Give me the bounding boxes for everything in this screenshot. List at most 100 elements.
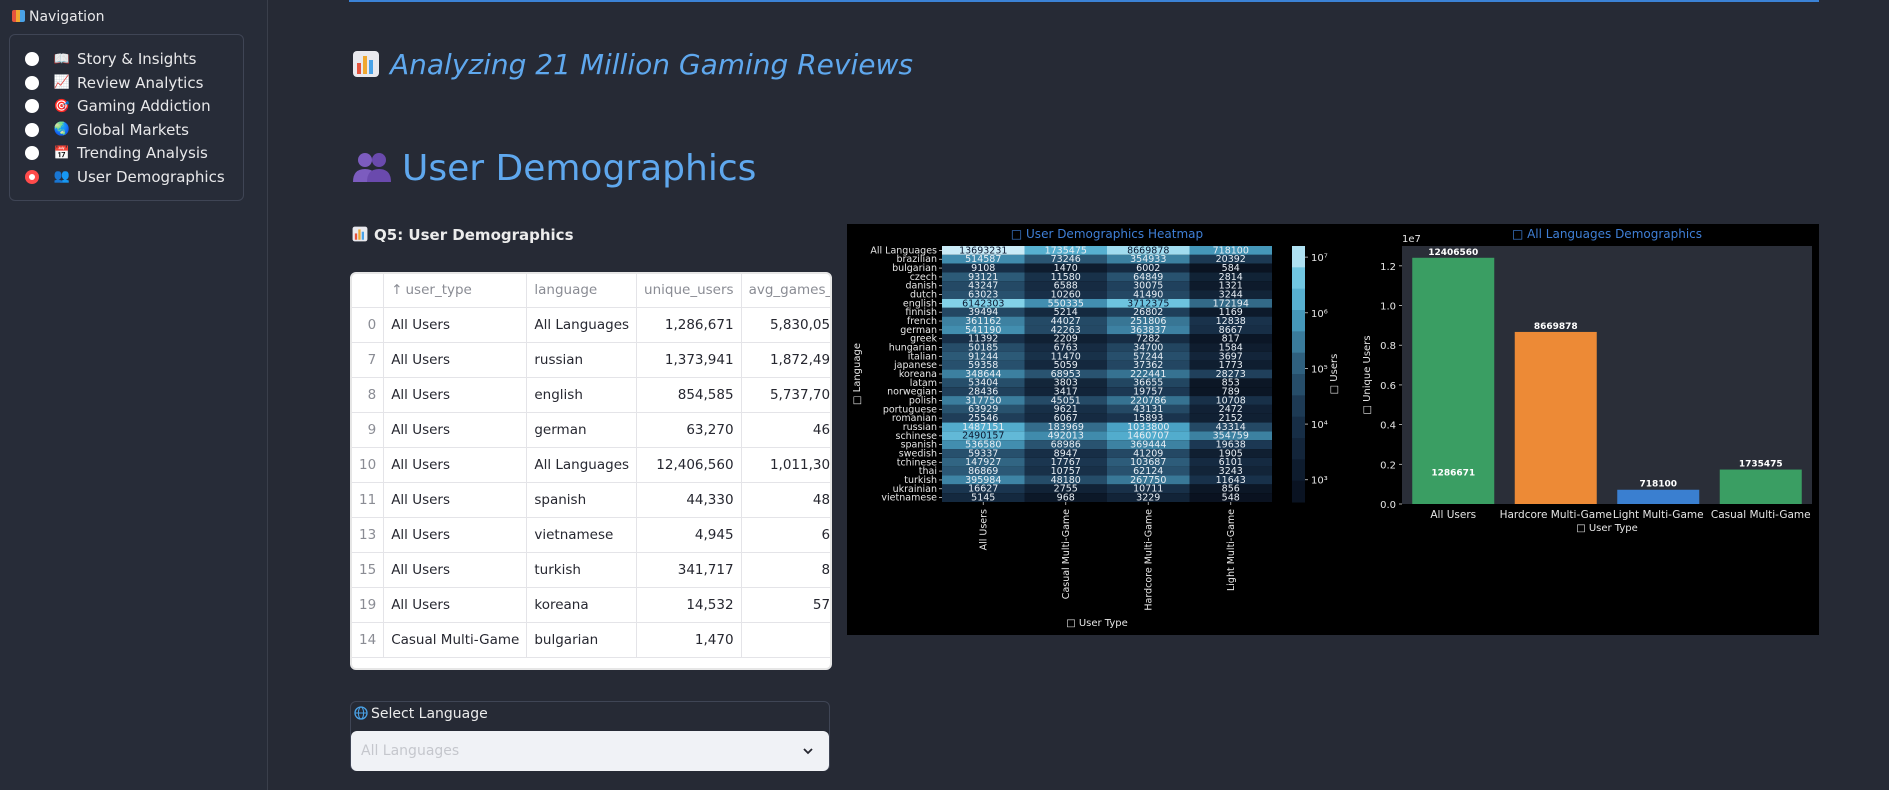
heatmap-value: 968 [1057, 493, 1075, 504]
bar-chart-icon [352, 226, 368, 246]
colorbar-segment [1292, 288, 1305, 311]
table-cell[interactable]: 63,270 [636, 412, 742, 448]
sidebar-item-story-insights[interactable]: 📖 Story & Insights [10, 48, 240, 70]
table-cell[interactable]: koreana [526, 587, 638, 623]
language-select-container: Select Language All Languages [350, 701, 830, 771]
page-subtitle: Analyzing 21 Million Gaming Reviews [352, 48, 913, 85]
table-cell[interactable]: 4,945 [636, 517, 742, 553]
sidebar-item-review-analytics[interactable]: 📈 Review Analytics [10, 72, 240, 94]
sidebar-item-global-markets[interactable]: 🌏 Global Markets [10, 119, 240, 141]
table-row[interactable]: 19All Userskoreana14,532576.9 [352, 587, 830, 623]
bar-ytick-label: 0.0 [1380, 500, 1396, 511]
row-index[interactable]: 8 [352, 377, 385, 413]
radio-button[interactable] [25, 75, 39, 90]
table-cell[interactable]: 1,470 [636, 622, 742, 658]
chevron-down-icon[interactable] [801, 743, 815, 762]
table-cell[interactable]: english [526, 377, 638, 413]
table-cell[interactable]: All Users [383, 587, 528, 623]
table-cell[interactable]: vietnamese [526, 517, 638, 553]
table-cell[interactable]: 576.9 [741, 587, 830, 623]
radio-button[interactable] [25, 146, 39, 160]
row-index[interactable]: 10 [352, 447, 385, 483]
table-cell[interactable]: 854,585 [636, 377, 742, 413]
radio-button[interactable] [25, 169, 39, 184]
table-cell[interactable]: All Users [383, 552, 528, 588]
table-cell[interactable]: 14,532 [636, 587, 742, 623]
table-cell[interactable]: bulgarian [526, 622, 638, 658]
table-row[interactable]: 14Casual Multi-Gamebulgarian1,4705.8 [352, 622, 830, 658]
table-cell[interactable]: 5,830,052.5 [741, 307, 830, 343]
heatmap-value: 5145 [971, 493, 995, 504]
radio-button[interactable] [25, 52, 39, 66]
table-row[interactable]: 0 All Users All Languages 1,286,671 5,830,05… [352, 307, 830, 343]
sidebar-item-trending-analysis[interactable]: 📅 Trending Analysis [10, 142, 240, 164]
table-row[interactable]: 9All Usersgerman63,270464.0 [352, 412, 830, 448]
table-cell[interactable]: russian [526, 342, 638, 378]
table-cell[interactable]: 1,011,300.0 [741, 447, 830, 483]
table-cell[interactable]: turkish [526, 552, 638, 588]
table-cell[interactable]: 65.3 [741, 517, 830, 553]
bar-data-label: 8669878 [1534, 322, 1578, 332]
table-cell[interactable]: 341,717 [636, 552, 742, 588]
table-row[interactable]: 8All Usersenglish854,5855,737,708.7 [352, 377, 830, 413]
row-index[interactable]: 14 [352, 622, 385, 658]
column-header[interactable]: ↑ user_type [383, 274, 528, 308]
sidebar: Navigation 📖 Story & Insights 📈 Review Anal… [0, 0, 268, 790]
table-cell[interactable]: All Users [383, 447, 528, 483]
table-cell[interactable]: german [526, 412, 638, 448]
page-title: User Demographics [352, 148, 756, 193]
table-row[interactable]: 7All Usersrussian1,373,9411,872,498.5 [352, 342, 830, 378]
row-index[interactable]: 15 [352, 552, 385, 588]
data-table[interactable]: ↑ user_type language unique_users avg_games_… [350, 272, 832, 670]
table-cell[interactable]: 464.0 [741, 412, 830, 448]
row-index[interactable]: 7 [352, 342, 385, 378]
table-cell[interactable]: 12,406,560 [636, 447, 742, 483]
table-row[interactable]: 11All Usersspanish44,330481.5 [352, 482, 830, 518]
bar-ytick-label: 1.2 [1380, 262, 1396, 273]
table-cell[interactable]: 44,330 [636, 482, 742, 518]
row-index[interactable]: 11 [352, 482, 385, 518]
radio-button[interactable] [25, 122, 39, 137]
bar-ytick-label: 0.6 [1380, 381, 1396, 392]
row-index[interactable]: 0 [352, 307, 385, 343]
column-header[interactable]: unique_users [636, 274, 742, 308]
sidebar-item-gaming-addiction[interactable]: 🎯 Gaming Addiction [10, 95, 240, 117]
table-row[interactable]: 10 All Users All Languages 12,406,560 1,011,… [352, 447, 830, 483]
table-row[interactable]: 15All Usersturkish341,71786.2 [352, 552, 830, 588]
table-cell[interactable]: 86.2 [741, 552, 830, 588]
table-cell[interactable]: 5,737,708.7 [741, 377, 830, 413]
table-cell[interactable]: 5.8 [741, 622, 830, 658]
table-cell[interactable]: 1,373,941 [636, 342, 742, 378]
table-cell[interactable]: All Users [383, 517, 528, 553]
row-index[interactable]: 13 [352, 517, 385, 553]
bar [1514, 331, 1597, 504]
colorbar-segment [1292, 310, 1305, 332]
table-cell[interactable]: All Users [383, 412, 528, 448]
nav-title: Navigation [12, 9, 105, 25]
sidebar-item-label: Story & Insights [77, 50, 197, 68]
table-cell[interactable]: All Users [383, 482, 528, 518]
table-cell[interactable]: spanish [526, 482, 638, 518]
row-index[interactable]: 9 [352, 412, 385, 448]
section-title: Q5: User Demographics [352, 226, 574, 246]
sidebar-item-user-demographics[interactable]: 👥 User Demographics [10, 166, 240, 188]
table-cell[interactable]: All Users [383, 307, 528, 343]
table-cell[interactable]: All Languages [526, 307, 638, 343]
table-cell[interactable]: 481.5 [741, 482, 830, 518]
select-placeholder: All Languages [361, 743, 460, 759]
bar-data-label: 718100 [1639, 480, 1677, 490]
select-label-text: Select Language [371, 706, 488, 722]
table-cell[interactable]: All Users [383, 342, 528, 378]
table-cell[interactable]: Casual Multi-Game [383, 622, 528, 658]
row-index[interactable]: 19 [352, 587, 385, 623]
radio-button[interactable] [25, 99, 39, 113]
column-header[interactable] [352, 274, 385, 308]
table-cell[interactable]: All Users [383, 377, 528, 413]
table-cell[interactable]: All Languages [526, 447, 638, 483]
table-cell[interactable]: 1,872,498.5 [741, 342, 830, 378]
table-cell[interactable]: 1,286,671 [636, 307, 742, 343]
table-row[interactable]: 13All Usersvietnamese4,94565.3 [352, 517, 830, 553]
column-header[interactable]: avg_games_ow [741, 274, 830, 308]
column-header[interactable]: language [526, 274, 638, 308]
language-select[interactable]: All Languages [351, 731, 829, 771]
